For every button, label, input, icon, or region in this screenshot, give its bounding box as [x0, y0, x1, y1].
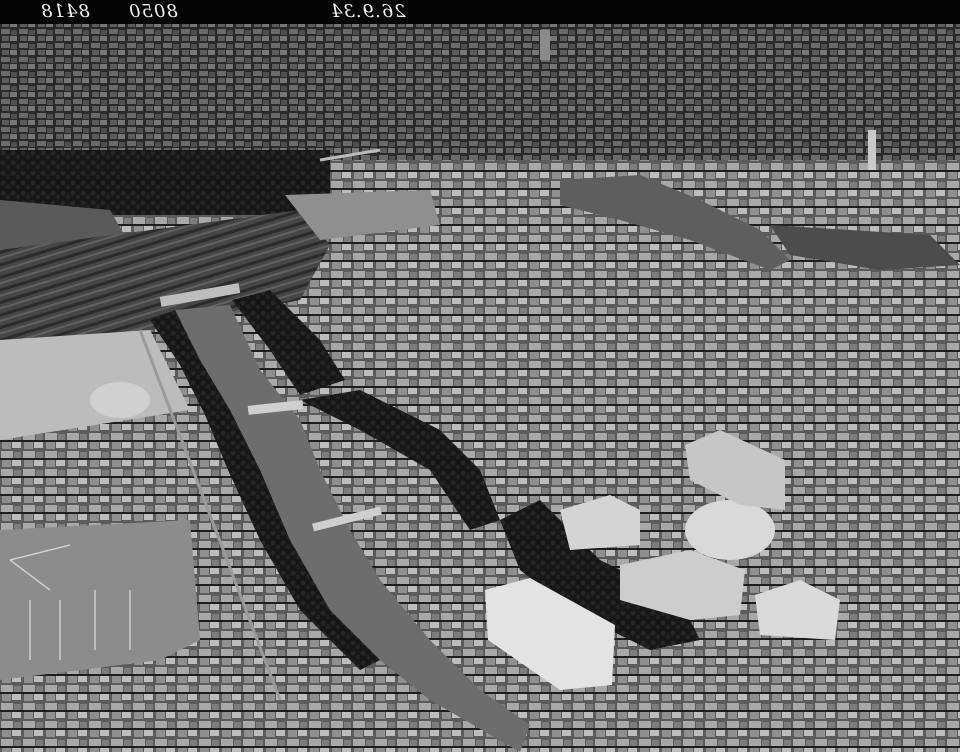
archive-code-label: 8418 [40, 1, 90, 22]
plate-number-label: 8050 [128, 1, 178, 22]
rotunda-building [90, 382, 150, 418]
date-label: 26.9.34 [330, 1, 406, 22]
photo-canvas [0, 0, 960, 752]
curved-department-store [685, 500, 775, 560]
aerial-photograph: 8418 8050 26.9.34 [0, 0, 960, 752]
church-tower [868, 130, 876, 170]
distant-tower [540, 30, 550, 60]
